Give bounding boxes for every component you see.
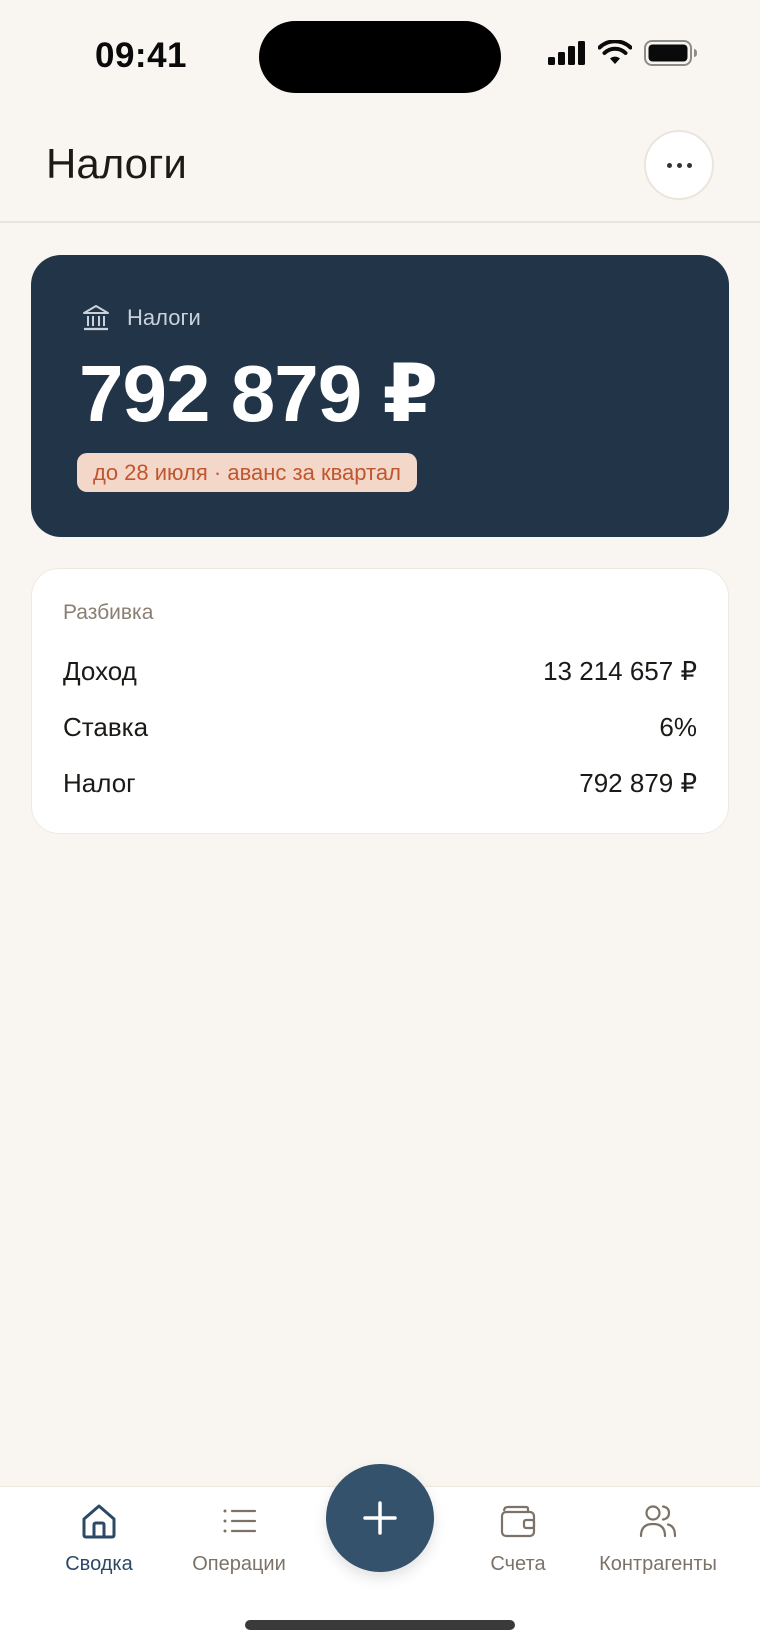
- dynamic-island: [259, 21, 501, 93]
- breakdown-row-rate: Ставка 6%: [63, 707, 697, 747]
- plus-icon: [363, 1501, 397, 1535]
- tab-accounts[interactable]: Счета: [438, 1501, 598, 1576]
- add-button[interactable]: [326, 1464, 434, 1572]
- tab-operations[interactable]: Операции: [159, 1501, 319, 1576]
- more-button[interactable]: [644, 130, 714, 200]
- tab-label: Контрагенты: [599, 1553, 717, 1575]
- tab-summary[interactable]: Сводка: [19, 1501, 179, 1576]
- tax-summary-card: Налоги 792 879 ₽ до 28 июля · аванс за к…: [31, 255, 729, 537]
- breakdown-row-value: 6%: [659, 711, 697, 742]
- more-dot: [686, 162, 692, 168]
- home-icon: [82, 1504, 116, 1539]
- breakdown-row-value: 13 214 657 ₽: [543, 655, 697, 686]
- breakdown-row-label: Ставка: [63, 711, 149, 742]
- screen: 09:41 Налоги Налоги 792 879 ₽ до 28 июля…: [0, 0, 760, 1647]
- tax-summary-label: Налоги: [127, 305, 201, 330]
- cellular-signal-icon: [548, 41, 585, 65]
- more-dot: [676, 162, 682, 168]
- wallet-icon: [500, 1505, 536, 1538]
- tab-label: Сводка: [65, 1553, 133, 1575]
- tab-label: Операции: [192, 1553, 286, 1575]
- battery-icon: [644, 40, 697, 66]
- status-icons: [548, 40, 698, 66]
- breakdown-row-tax: Налог 792 879 ₽: [63, 763, 697, 803]
- breakdown-row-value: 792 879 ₽: [579, 767, 697, 798]
- tax-summary-label-row: Налоги: [81, 303, 201, 333]
- status-bar: 09:41: [0, 0, 760, 112]
- breakdown-row-label: Доход: [63, 655, 137, 686]
- bank-icon: [83, 305, 109, 331]
- wifi-icon: [598, 40, 632, 64]
- page-title: Налоги: [46, 140, 187, 187]
- more-dot: [666, 162, 672, 168]
- home-indicator: [245, 1620, 515, 1630]
- tab-counterparties[interactable]: Контрагенты: [578, 1501, 738, 1576]
- users-icon: [639, 1505, 677, 1538]
- status-time: 09:41: [95, 36, 188, 75]
- due-date-badge: до 28 июля · аванс за квартал: [77, 453, 417, 492]
- tax-amount: 792 879 ₽: [79, 349, 438, 438]
- tab-label: Счета: [490, 1553, 546, 1575]
- breakdown-row-income: Доход 13 214 657 ₽: [63, 651, 697, 691]
- breakdown-title: Разбивка: [63, 601, 154, 624]
- list-icon: [223, 1509, 257, 1533]
- breakdown-row-label: Налог: [63, 767, 136, 798]
- breakdown-card: Разбивка Доход 13 214 657 ₽ Ставка 6% На…: [31, 568, 729, 834]
- header: Налоги: [0, 112, 760, 223]
